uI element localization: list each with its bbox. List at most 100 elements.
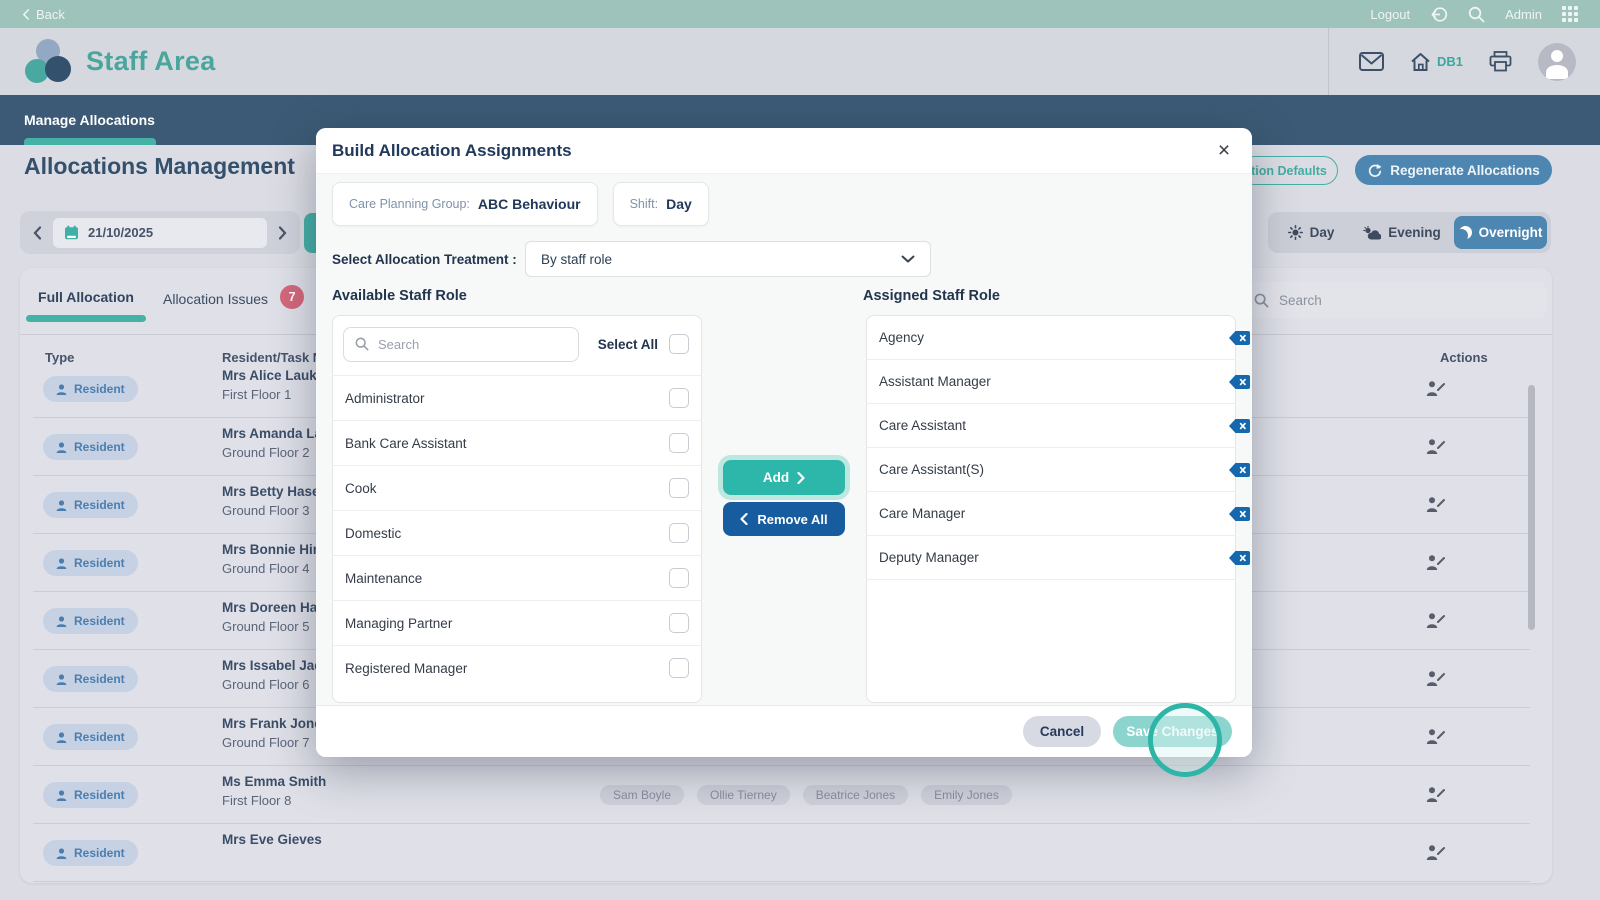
next-day-button[interactable] <box>278 225 287 240</box>
add-button[interactable]: Add <box>723 460 845 495</box>
apps-grid-icon[interactable] <box>1562 6 1578 22</box>
date-value: 21/10/2025 <box>88 225 154 240</box>
remove-role-icon[interactable] <box>1228 330 1251 346</box>
date-field[interactable]: 21/10/2025 <box>53 217 267 248</box>
role-checkbox[interactable] <box>669 658 689 678</box>
resident-location: Ground Floor 2 <box>222 445 310 460</box>
logout-link[interactable]: Logout <box>1370 7 1410 22</box>
resident-name: Mrs Eve Gieves <box>222 832 322 847</box>
resident-location: Ground Floor 3 <box>222 503 310 518</box>
remove-role-icon[interactable] <box>1228 462 1251 478</box>
table-search[interactable] <box>1240 282 1546 318</box>
app-header: Staff Area DB1 <box>0 28 1600 95</box>
tab-allocation-issues[interactable]: Allocation Issues 7 <box>163 285 305 309</box>
resident-type-badge: Resident <box>43 724 138 750</box>
build-allocation-assignments-modal: Build Allocation Assignments × Care Plan… <box>316 128 1252 757</box>
edit-allocation-button[interactable] <box>1426 844 1445 861</box>
tab-full-allocation[interactable]: Full Allocation <box>26 289 146 305</box>
allocation-defaults-button[interactable]: tion Defaults <box>1240 156 1338 185</box>
available-role-item[interactable]: Administrator <box>333 375 701 420</box>
role-search-input[interactable] <box>378 336 567 352</box>
remove-role-icon[interactable] <box>1228 506 1251 522</box>
role-checkbox[interactable] <box>669 523 689 543</box>
table-search-input[interactable] <box>1279 292 1532 308</box>
modal-header: Build Allocation Assignments × <box>316 128 1252 174</box>
assigned-role-item: Care Assistant <box>867 404 1250 448</box>
available-roles-panel: Select All Administrator Bank Care Assis… <box>332 315 702 703</box>
available-role-item[interactable]: Bank Care Assistant <box>333 420 701 465</box>
cloud-sun-icon <box>1363 225 1382 240</box>
remove-role-icon[interactable] <box>1228 550 1251 566</box>
available-role-item[interactable]: Domestic <box>333 510 701 555</box>
edit-allocation-button[interactable] <box>1426 554 1445 571</box>
resident-name: Mrs Issabel Jac <box>222 658 322 673</box>
table-scrollbar[interactable] <box>1528 385 1535 630</box>
edit-allocation-button[interactable] <box>1426 612 1445 629</box>
mail-icon[interactable] <box>1358 52 1384 71</box>
role-checkbox[interactable] <box>669 388 689 408</box>
edit-allocation-button[interactable] <box>1426 380 1445 397</box>
print-icon[interactable] <box>1489 51 1512 72</box>
role-search[interactable] <box>343 326 579 362</box>
available-role-item[interactable]: Maintenance <box>333 555 701 600</box>
available-role-item[interactable]: Managing Partner <box>333 600 701 645</box>
issues-count-badge: 7 <box>280 285 305 309</box>
role-checkbox[interactable] <box>669 613 689 633</box>
remove-all-button[interactable]: Remove All <box>723 502 845 536</box>
shift-tab-overnight[interactable]: Overnight <box>1454 216 1547 249</box>
remove-role-icon[interactable] <box>1228 374 1251 390</box>
treatment-dropdown[interactable]: By staff role <box>525 241 931 277</box>
modal-title: Build Allocation Assignments <box>332 140 572 160</box>
edit-allocation-button[interactable] <box>1426 786 1445 803</box>
person-icon <box>56 731 67 743</box>
shift-filter: Day Evening Overnight <box>1268 212 1551 253</box>
resident-location: Ground Floor 5 <box>222 619 310 634</box>
staff-chip: Ollie Tierney <box>697 785 790 805</box>
edit-allocation-button[interactable] <box>1426 438 1445 455</box>
search-icon <box>1254 293 1269 308</box>
edit-allocation-button[interactable] <box>1426 728 1445 745</box>
remove-role-icon[interactable] <box>1228 418 1251 434</box>
prev-day-button[interactable] <box>33 225 42 240</box>
assigned-roles-list: Agency Assistant Manager Care Assistant … <box>867 316 1250 580</box>
resident-type-badge: Resident <box>43 608 138 634</box>
role-checkbox[interactable] <box>669 433 689 453</box>
assigned-staff-chips: Sam Boyle Ollie Tierney Beatrice Jones Emil… <box>600 785 1012 805</box>
moon-icon <box>1459 226 1472 239</box>
shift-pill: Shift: Day <box>612 182 709 226</box>
close-icon[interactable]: × <box>1212 140 1236 161</box>
shift-tab-evening[interactable]: Evening <box>1350 216 1454 249</box>
assigned-role-item: Care Assistant(S) <box>867 448 1250 492</box>
edit-allocation-button[interactable] <box>1426 496 1445 513</box>
top-utility-bar: Back Logout Admin <box>0 0 1600 28</box>
select-all-checkbox[interactable] <box>669 334 689 354</box>
select-all-label: Select All <box>597 336 658 352</box>
role-checkbox[interactable] <box>669 478 689 498</box>
admin-link[interactable]: Admin <box>1505 7 1542 22</box>
logout-icon[interactable] <box>1430 6 1448 23</box>
home-icon[interactable] <box>1410 52 1431 72</box>
cancel-button[interactable]: Cancel <box>1023 716 1101 747</box>
shift-tab-day[interactable]: Day <box>1272 216 1350 249</box>
resident-type-badge: Resident <box>43 840 138 866</box>
save-changes-button[interactable]: Save Changes <box>1113 716 1232 747</box>
chevron-left-icon <box>740 513 748 525</box>
resident-name: Ms Emma Smith <box>222 774 327 789</box>
resident-name: Mrs Amanda La <box>222 426 323 441</box>
available-role-item[interactable]: Cook <box>333 465 701 510</box>
edit-allocation-button[interactable] <box>1426 670 1445 687</box>
available-role-item[interactable]: Registered Manager <box>333 645 701 690</box>
regenerate-allocations-button[interactable]: Regenerate Allocations <box>1355 155 1552 185</box>
resident-location: First Floor 8 <box>222 793 292 808</box>
avatar[interactable] <box>1538 42 1576 81</box>
person-icon <box>56 383 67 395</box>
role-checkbox[interactable] <box>669 568 689 588</box>
nav-active-indicator <box>24 138 156 145</box>
person-icon <box>56 499 67 511</box>
sun-icon <box>1287 225 1303 240</box>
staff-chip: Sam Boyle <box>600 785 685 805</box>
app-title: Staff Area <box>86 46 216 76</box>
table-row: Resident Ms Emma Smith First Floor 8 Sam… <box>20 766 1552 824</box>
back-button[interactable]: Back <box>22 7 65 22</box>
search-icon[interactable] <box>1468 6 1485 23</box>
